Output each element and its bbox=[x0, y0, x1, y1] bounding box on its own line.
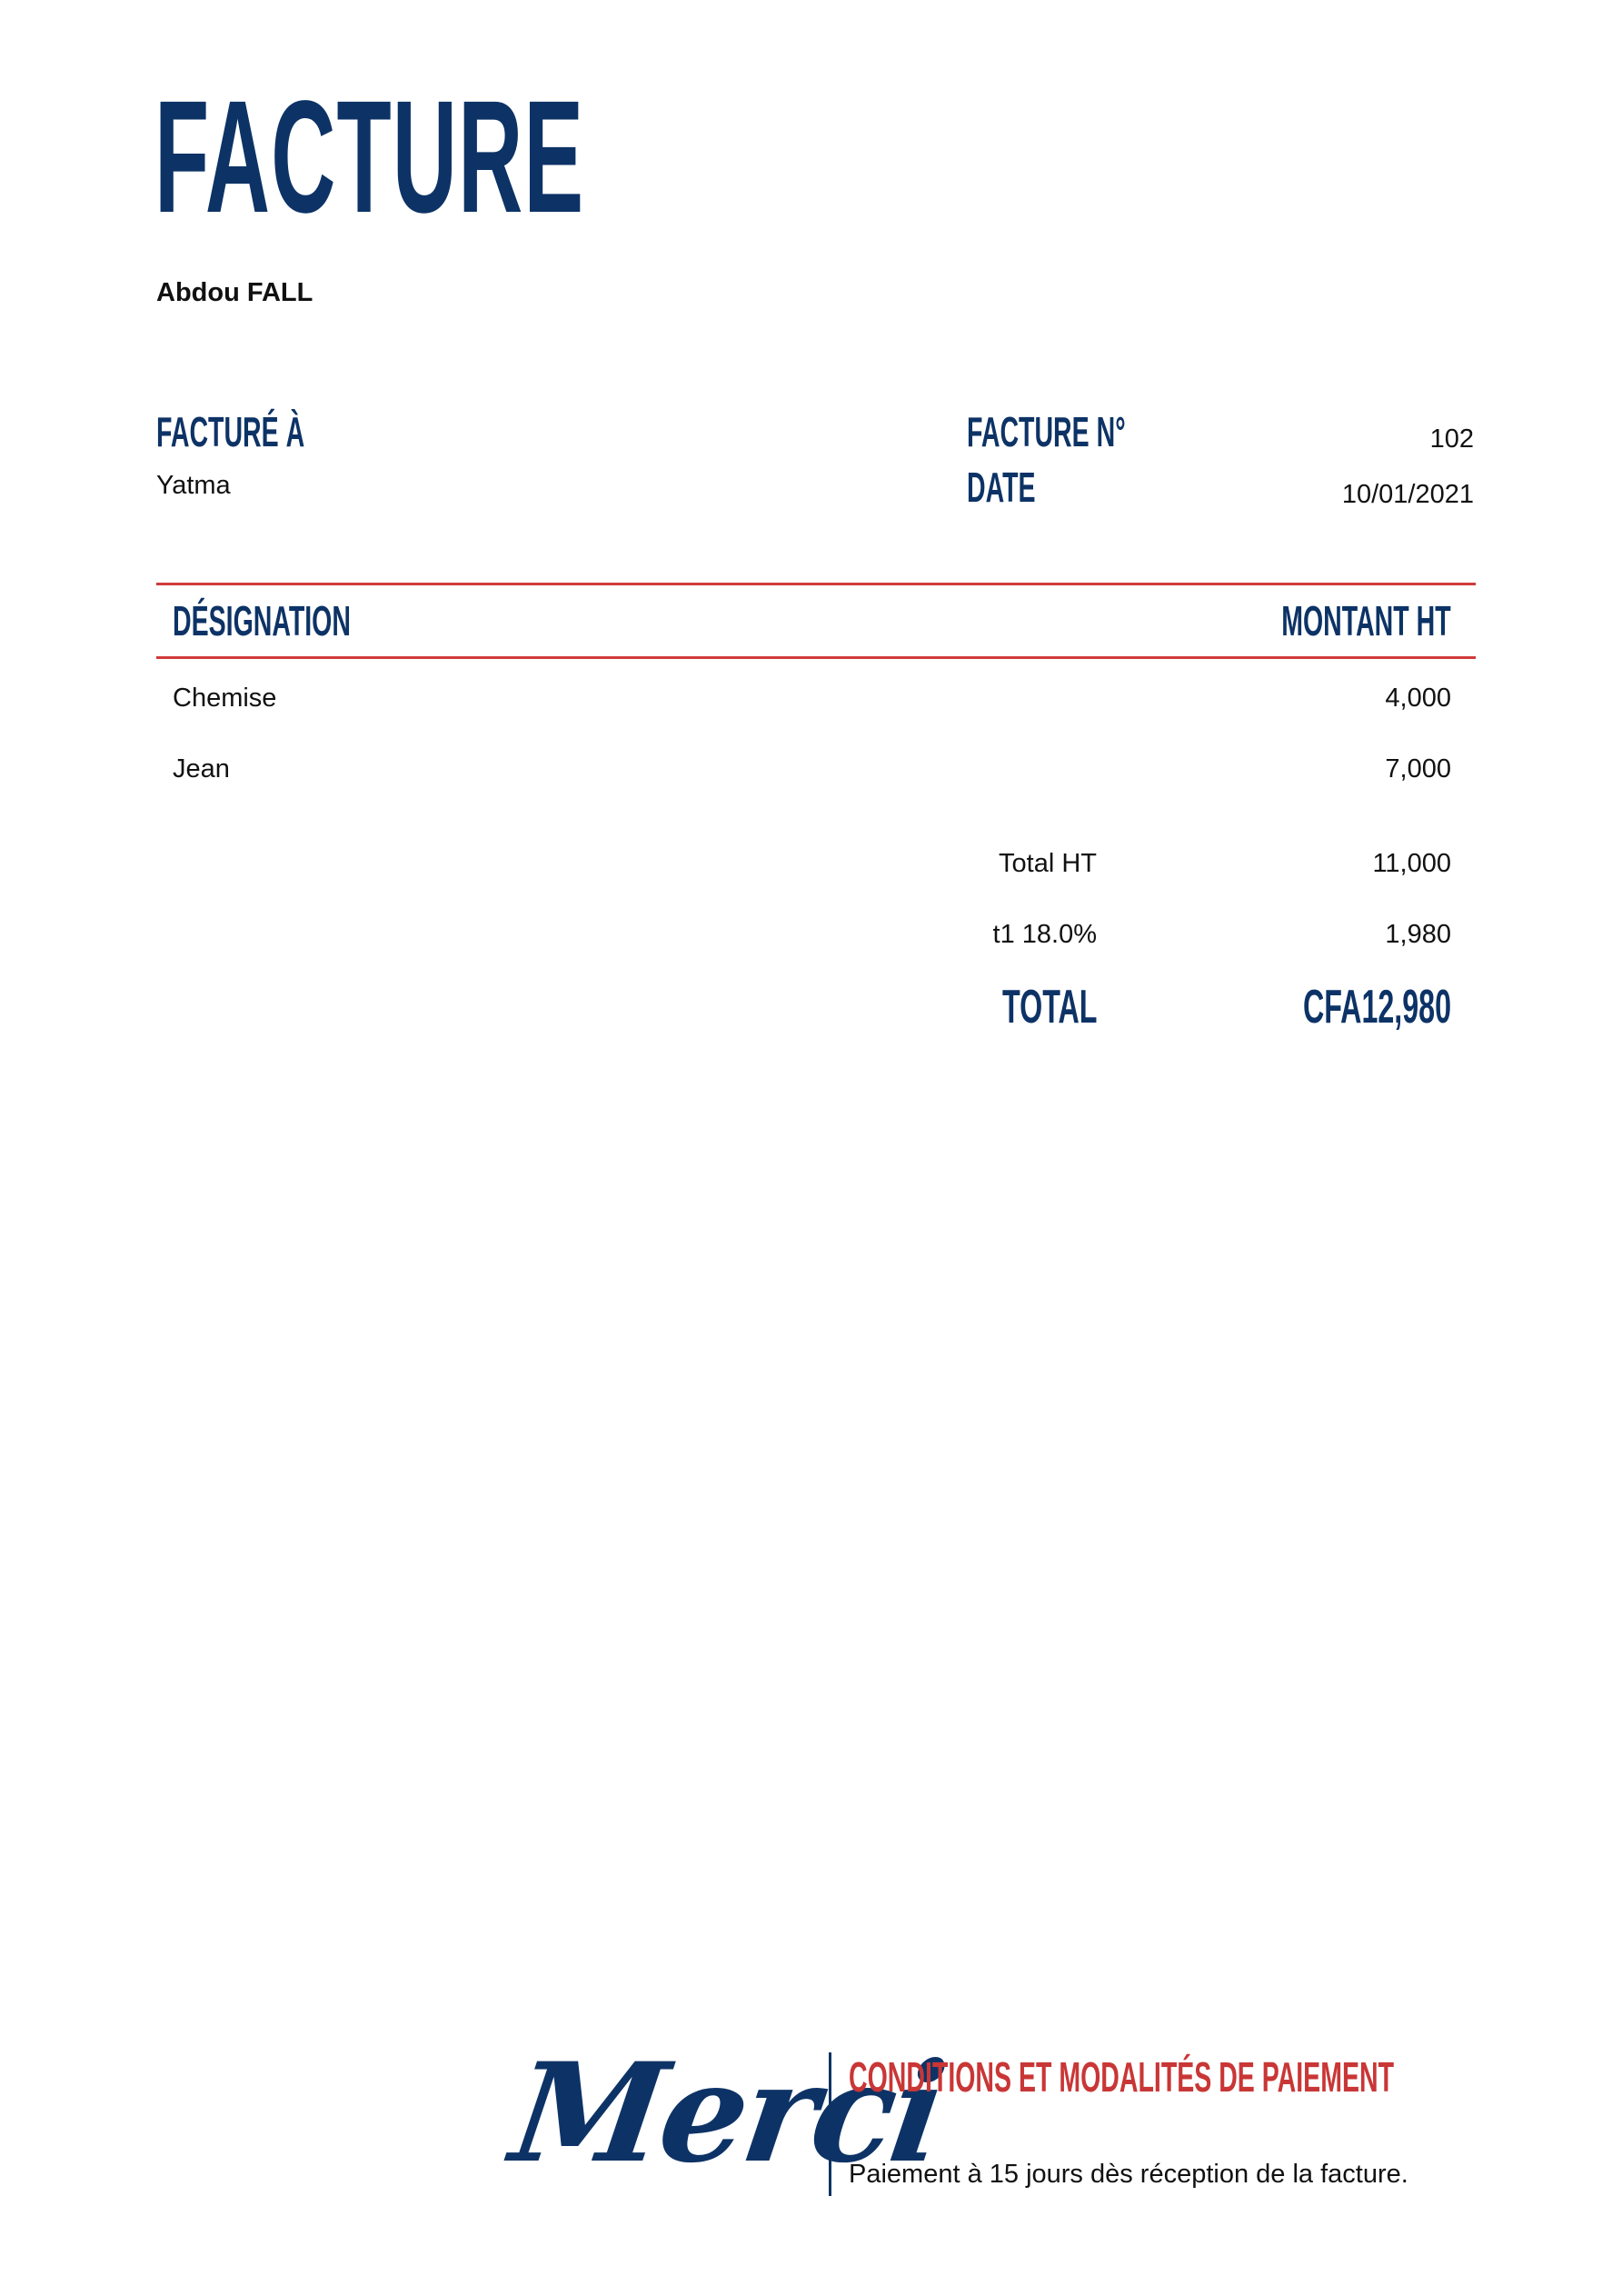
billed-to-label: FACTURÉ À bbox=[156, 408, 305, 455]
payment-terms-text: Paiement à 15 jours dès réception de la … bbox=[849, 2160, 1408, 2189]
line-item-label: Chemise bbox=[173, 684, 277, 713]
subtotal-value: 11,000 bbox=[1372, 849, 1451, 878]
invoice-number-value: 102 bbox=[1429, 424, 1474, 454]
invoice-number-label: FACTURE N° bbox=[967, 408, 1126, 455]
billed-to-value: Yatma bbox=[156, 471, 231, 500]
payment-terms-heading: CONDITIONS ET MODALITÉS DE PAIEMENT bbox=[849, 2053, 1394, 2101]
column-header-designation: DÉSIGNATION bbox=[173, 597, 351, 644]
footer-divider bbox=[829, 2052, 831, 2196]
total-value: CFA12,980 bbox=[1302, 981, 1451, 1033]
tax-value: 1,980 bbox=[1385, 920, 1451, 949]
line-item-amount: 4,000 bbox=[1385, 684, 1451, 713]
tax-label: t1 18.0% bbox=[992, 920, 1097, 949]
column-header-amount: MONTANT HT bbox=[1281, 597, 1451, 644]
invoice-date-value: 10/01/2021 bbox=[1341, 480, 1474, 509]
line-item-label: Jean bbox=[173, 754, 230, 784]
total-label: TOTAL bbox=[1001, 981, 1097, 1033]
sender-name: Abdou FALL bbox=[156, 278, 313, 307]
table-top-rule bbox=[156, 583, 1476, 585]
table-header-rule bbox=[156, 656, 1476, 659]
subtotal-label: Total HT bbox=[999, 849, 1097, 878]
invoice-title: FACTURE bbox=[154, 68, 585, 246]
line-item-amount: 7,000 bbox=[1385, 754, 1451, 784]
invoice-date-label: DATE bbox=[967, 464, 1036, 511]
